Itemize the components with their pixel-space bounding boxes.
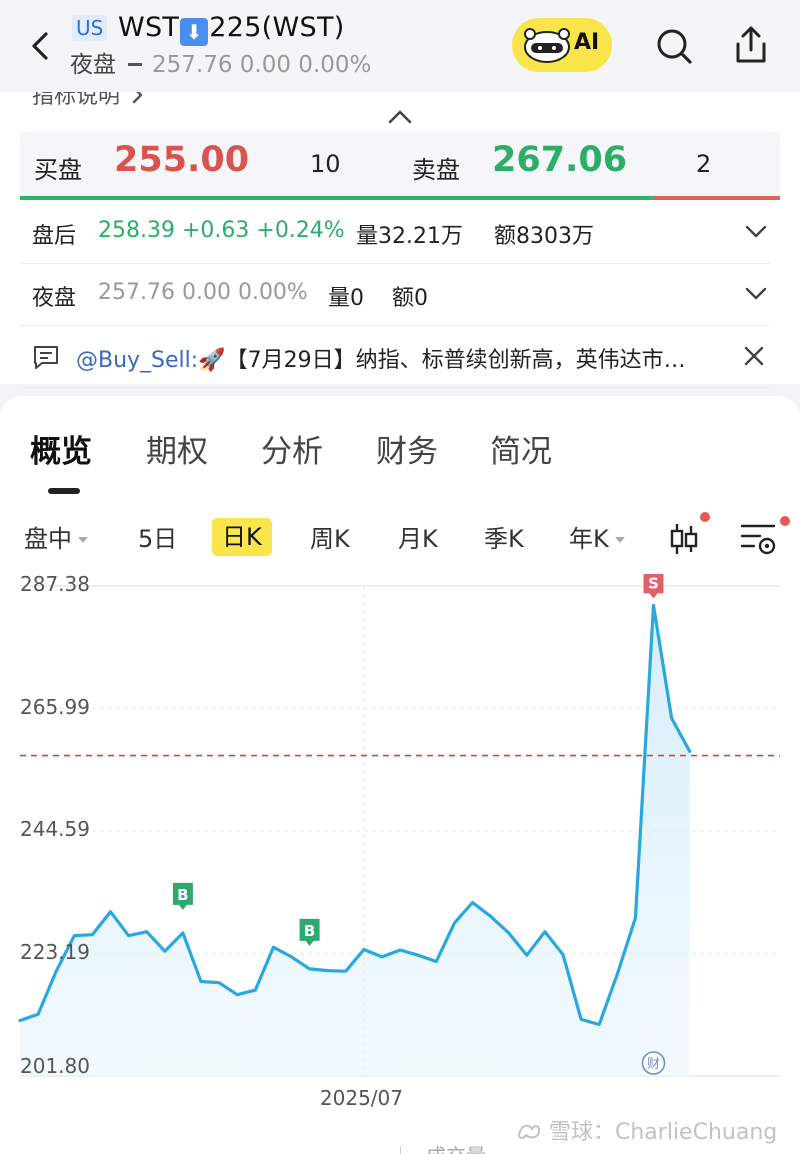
after-hours-amount: 额8303万 — [494, 224, 594, 249]
period-daily-k[interactable]: 日K — [212, 518, 272, 556]
period-yearly-label: 年K — [569, 525, 609, 553]
news-mention[interactable]: @Buy_Sell: — [76, 348, 198, 373]
bid-ask-bar: 买盘 255.00 10 卖盘 267.06 2 — [20, 132, 780, 200]
session-label: 夜盘 — [70, 52, 116, 78]
tab-profile[interactable]: 简况 — [490, 426, 552, 471]
event-marker-label: 财 — [647, 1057, 660, 1072]
axis-divider — [400, 1146, 401, 1154]
period-intraday[interactable]: 盘中 — [24, 522, 88, 556]
night-session-row[interactable]: 夜盘 257.76 0.00 0.00% 量0 额0 — [20, 264, 770, 326]
marker-label: S — [648, 574, 659, 592]
period-weekly-k[interactable]: 周K — [310, 522, 350, 556]
bid-label: 买盘 — [34, 156, 82, 184]
earnings-event-marker[interactable]: 财 — [641, 1051, 666, 1075]
period-intraday-label: 盘中 — [24, 525, 72, 553]
ask-quantity: 2 — [696, 150, 712, 178]
watermark-text: 雪球：CharlieChuang — [549, 1120, 778, 1145]
price-area-fill — [20, 605, 690, 1076]
news-ticker-row[interactable]: @Buy_Sell:🚀【7月29日】纳指、标普续创新高，英伟达市… — [20, 326, 770, 388]
ai-assistant-button[interactable]: AI — [512, 18, 612, 72]
night-amount: 额0 — [392, 286, 428, 311]
flat-dash-icon — [128, 63, 142, 66]
ask-ratio-fill — [653, 196, 780, 200]
session-quote-line: 夜盘 257.76 0.00 0.00% — [70, 50, 371, 80]
ticker-title: WST ⬇ 225(WST) — [118, 10, 345, 46]
night-label: 夜盘 — [32, 286, 77, 311]
night-volume: 量0 — [328, 286, 364, 311]
session-quote: 257.76 0.00 0.00% — [152, 52, 372, 78]
news-text[interactable]: @Buy_Sell:🚀【7月29日】纳指、标普续创新高，英伟达市… — [76, 342, 686, 374]
after-hours-row[interactable]: 盘后 258.39 +0.63 +0.24% 量32.21万 额8303万 — [20, 202, 770, 264]
sell-marker[interactable]: S — [643, 574, 664, 599]
marker-label: B — [304, 922, 315, 940]
watermark: 雪球：CharlieChuang — [516, 1114, 777, 1146]
tab-overview[interactable]: 概览 — [30, 426, 92, 471]
ask-price: 267.06 — [492, 140, 628, 180]
rocket-emoji: 🚀 — [198, 348, 226, 373]
y-tick-label: 244.59 — [20, 817, 90, 841]
notification-dot — [780, 516, 790, 526]
buy-marker[interactable]: B — [299, 918, 320, 946]
candlestick-icon[interactable] — [668, 522, 700, 556]
period-yearly-k[interactable]: 年K — [569, 522, 625, 556]
tab-options[interactable]: 期权 — [146, 426, 208, 471]
y-tick-label: 287.38 — [20, 572, 90, 596]
detail-card: 概览 期权 分析 财务 简况 盘中 5日 日K 周K 月K 季K 年K B B S 财 — [0, 396, 800, 1154]
down-arrow-icon: ⬇ — [180, 18, 209, 46]
after-hours-label: 盘后 — [32, 224, 77, 249]
marker-label: B — [177, 886, 188, 904]
buy-marker[interactable]: B — [172, 882, 193, 910]
bid-price: 255.00 — [114, 140, 250, 180]
market-badge: US — [72, 15, 108, 41]
after-hours-quote: 258.39 +0.63 +0.24% — [98, 218, 345, 243]
bid-quantity: 10 — [310, 150, 341, 178]
ai-label: AI — [574, 30, 600, 55]
tab-financials[interactable]: 财务 — [376, 426, 438, 471]
dropdown-triangle-icon — [614, 537, 625, 543]
dropdown-triangle-icon — [78, 537, 88, 543]
ticker-suffix: 225(WST) — [209, 12, 345, 43]
x-tick-label: 2025/07 — [319, 1086, 403, 1110]
chevron-down-icon[interactable] — [744, 286, 768, 302]
volume-section-title: 成交量 — [426, 1146, 486, 1154]
notification-dot — [700, 512, 710, 522]
price-line-chart[interactable]: B B S 财 — [0, 574, 800, 1134]
tab-analysis[interactable]: 分析 — [261, 426, 323, 471]
collapse-chevron-up-icon[interactable] — [385, 108, 415, 126]
close-icon[interactable] — [742, 344, 766, 368]
news-headline: 【7月29日】纳指、标普续创新高，英伟达市… — [225, 348, 686, 373]
robot-mascot-icon — [524, 28, 570, 63]
active-tab-indicator — [48, 488, 80, 494]
chart-settings-icon[interactable] — [740, 520, 778, 556]
back-arrow-icon[interactable] — [26, 28, 54, 64]
share-icon[interactable] — [732, 24, 770, 66]
y-tick-label: 223.19 — [20, 939, 90, 964]
snowball-logo-icon — [517, 1124, 541, 1139]
period-monthly-k[interactable]: 月K — [398, 522, 438, 556]
comment-icon — [34, 346, 58, 369]
header: US WST ⬇ 225(WST) 夜盘 257.76 0.00 0.00% AI — [0, 0, 800, 92]
bid-ratio-fill — [20, 196, 653, 200]
quote-panel: 指标说明 买盘 255.00 10 卖盘 267.06 2 盘后 258.39 … — [0, 92, 800, 388]
y-tick-label: 201.80 — [20, 1054, 90, 1078]
after-hours-volume: 量32.21万 — [356, 224, 463, 249]
bid-ask-ratio-bar — [20, 196, 780, 200]
period-5day[interactable]: 5日 — [138, 522, 177, 556]
period-quarterly-k[interactable]: 季K — [484, 522, 524, 556]
y-tick-label: 265.99 — [20, 694, 90, 719]
search-icon[interactable] — [654, 26, 694, 66]
ticker-prefix: WST — [118, 12, 180, 43]
chevron-down-icon[interactable] — [744, 224, 768, 240]
ask-label: 卖盘 — [412, 156, 460, 184]
night-quote: 257.76 0.00 0.00% — [98, 280, 308, 305]
